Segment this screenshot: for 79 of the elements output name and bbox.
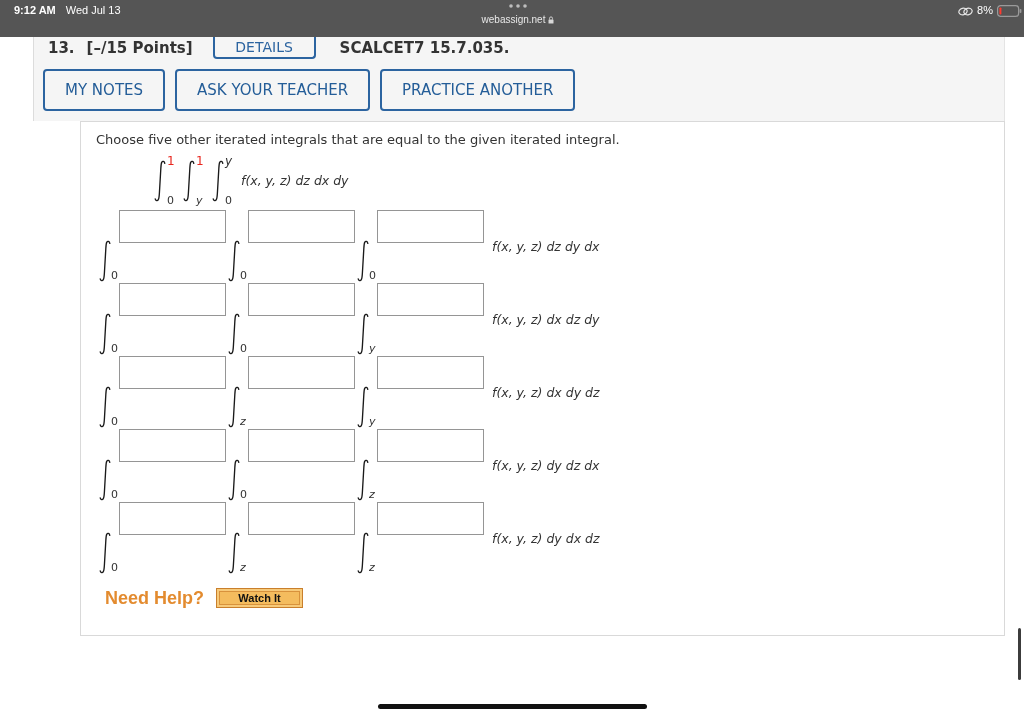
lower-limit: 0 bbox=[369, 270, 376, 282]
integral-sign-icon bbox=[99, 313, 111, 355]
lower-limit: 0 bbox=[111, 562, 118, 574]
action-button[interactable]: PRACTICE ANOTHER bbox=[380, 69, 576, 111]
integral-sign-icon bbox=[99, 240, 111, 282]
time-label: 9:12 AM bbox=[14, 4, 56, 17]
answer-field[interactable] bbox=[248, 356, 355, 389]
integral-sign-icon bbox=[357, 532, 369, 574]
question-prompt: Choose five other iterated integrals that are equal to the given iterated integral. bbox=[96, 131, 621, 148]
integrand-text: f(x, y, z) dy dz dx bbox=[492, 458, 600, 474]
answer-field[interactable] bbox=[119, 356, 226, 389]
answer-field[interactable] bbox=[119, 210, 226, 243]
more-icon[interactable] bbox=[509, 4, 527, 8]
lower-limit: 0 bbox=[240, 270, 247, 282]
integral-sign-icon bbox=[99, 532, 111, 574]
answer-field[interactable] bbox=[377, 210, 484, 243]
lower-limit: 0 bbox=[111, 270, 118, 282]
lower-limit: 0 bbox=[111, 416, 118, 428]
upper-limit: 1 bbox=[167, 155, 175, 167]
need-help-label: Need Help? bbox=[105, 588, 205, 608]
battery-icon bbox=[997, 5, 1022, 17]
integral-sign-icon bbox=[228, 532, 240, 574]
upper-limit: y bbox=[225, 155, 233, 167]
integral-sign-icon bbox=[228, 459, 240, 501]
question-number: 13. bbox=[48, 39, 75, 57]
integrand-text: f(x, y, z) dx dz dy bbox=[492, 312, 600, 328]
lower-limit: z bbox=[240, 416, 246, 428]
lower-limit: 0 bbox=[167, 195, 175, 207]
answer-field[interactable] bbox=[119, 429, 226, 462]
lower-limit: z bbox=[240, 562, 246, 574]
lower-limit: 0 bbox=[240, 489, 247, 501]
answer-field[interactable] bbox=[248, 210, 355, 243]
scroll-indicator bbox=[1018, 628, 1021, 680]
link-icon bbox=[958, 7, 974, 16]
integrand-text: f(x, y, z) dx dy dz bbox=[492, 385, 600, 401]
action-button[interactable]: ASK YOUR TEACHER bbox=[175, 69, 371, 111]
lower-limit: y bbox=[369, 416, 376, 428]
watch-it-button[interactable]: Watch It bbox=[216, 588, 304, 608]
url-label[interactable]: webassign.net bbox=[481, 14, 546, 26]
integral-sign-icon bbox=[99, 459, 111, 501]
lower-limit: y bbox=[196, 195, 204, 207]
lower-limit: z bbox=[369, 489, 375, 501]
details-button[interactable]: DETAILS bbox=[212, 37, 316, 59]
integral-sign-icon bbox=[99, 386, 111, 428]
integral-sign-icon bbox=[228, 313, 240, 355]
problem-code: SCALCET7 15.7.035. bbox=[339, 39, 510, 57]
integrand-text: f(x, y, z) dz dy dx bbox=[492, 239, 600, 255]
action-button[interactable]: MY NOTES bbox=[43, 69, 166, 111]
integral-sign-icon bbox=[357, 313, 369, 355]
integral-sign-icon bbox=[357, 459, 369, 501]
integrand-text: f(x, y, z) dy dx dz bbox=[492, 531, 600, 547]
lower-limit: 0 bbox=[111, 343, 118, 355]
integral-sign-icon bbox=[154, 160, 166, 202]
answer-field[interactable] bbox=[377, 429, 484, 462]
integral-sign-icon bbox=[357, 386, 369, 428]
lower-limit: 0 bbox=[111, 489, 118, 501]
integral-sign-icon bbox=[212, 160, 224, 202]
lower-limit: y bbox=[369, 343, 376, 355]
integral-sign-icon bbox=[357, 240, 369, 282]
lower-limit: 0 bbox=[240, 343, 247, 355]
answer-field[interactable] bbox=[248, 429, 355, 462]
upper-limit: 1 bbox=[196, 155, 204, 167]
lower-limit: z bbox=[369, 562, 375, 574]
answer-field[interactable] bbox=[377, 502, 484, 535]
integral-sign-icon bbox=[228, 386, 240, 428]
answer-field[interactable] bbox=[248, 283, 355, 316]
lock-icon bbox=[548, 16, 555, 24]
date-label: Wed Jul 13 bbox=[65, 4, 121, 17]
integrand-text: f(x, y, z) dz dx dy bbox=[241, 173, 349, 189]
answer-field[interactable] bbox=[377, 283, 484, 316]
battery-percentage: 8% bbox=[977, 4, 993, 17]
integral-sign-icon bbox=[228, 240, 240, 282]
integral-sign-icon bbox=[183, 160, 195, 202]
answer-field[interactable] bbox=[248, 502, 355, 535]
answer-field[interactable] bbox=[119, 502, 226, 535]
points-label: [–/15 Points] bbox=[86, 39, 193, 57]
answer-field[interactable] bbox=[119, 283, 226, 316]
answer-field[interactable] bbox=[377, 356, 484, 389]
lower-limit: 0 bbox=[225, 195, 233, 207]
